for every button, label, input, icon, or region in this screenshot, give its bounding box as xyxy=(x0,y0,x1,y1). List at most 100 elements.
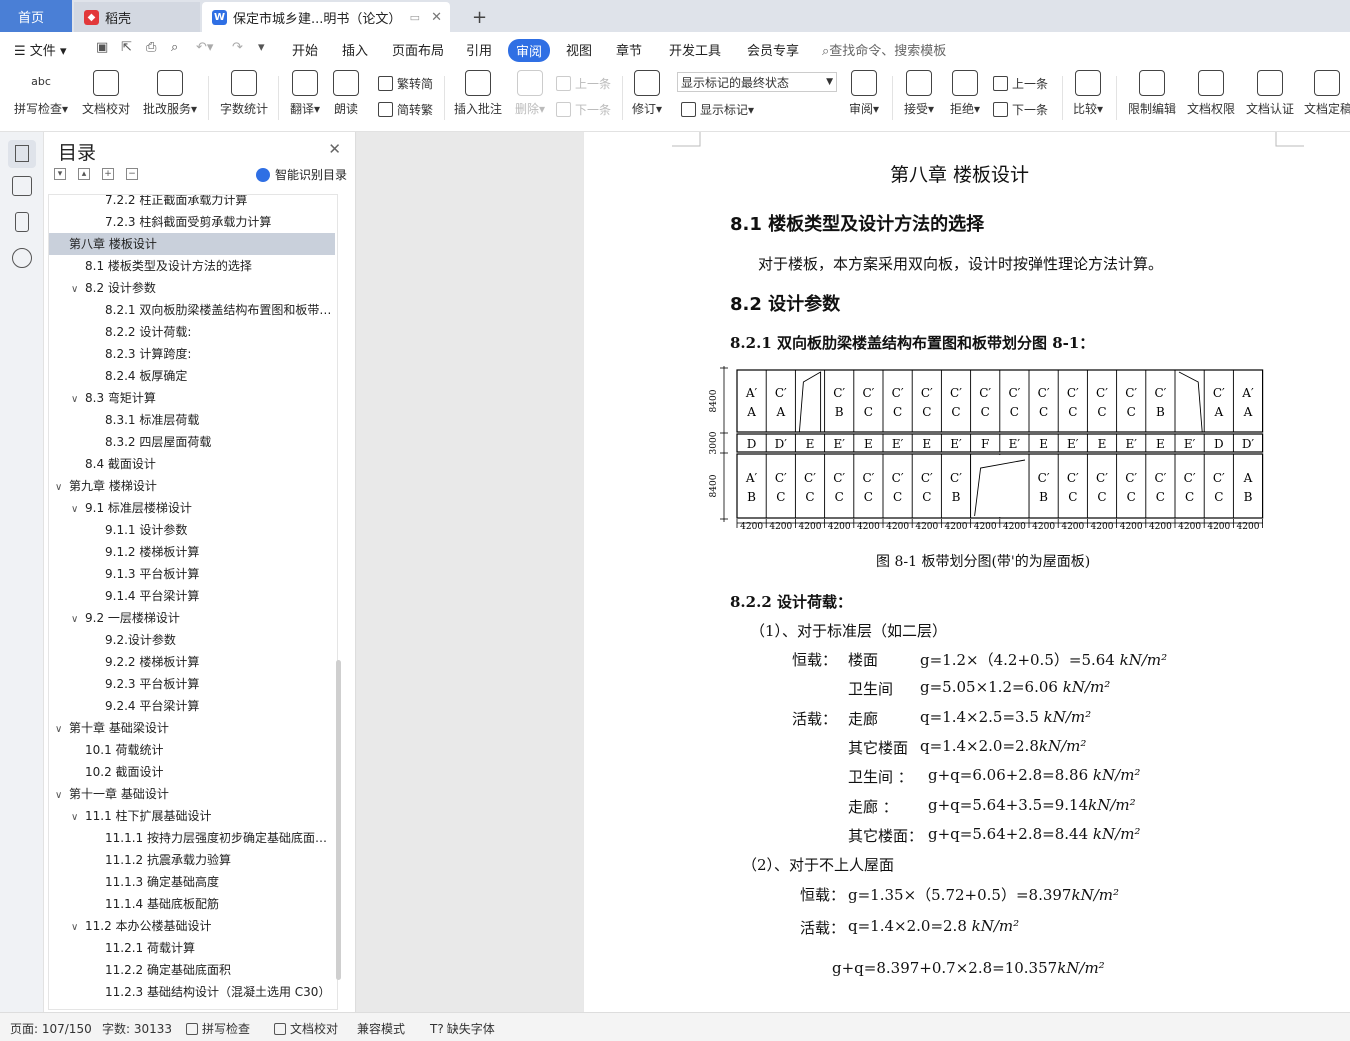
navigation-icon[interactable] xyxy=(12,176,32,196)
print-icon[interactable]: ⎙ xyxy=(146,40,156,55)
prev-change-button[interactable]: 上一条 xyxy=(993,75,1048,92)
accept-button[interactable]: 接受▾ xyxy=(900,70,938,117)
next-change-button[interactable]: 下一条 xyxy=(993,101,1048,118)
toc-item[interactable]: 8.3.1 标准层荷载 xyxy=(49,409,335,431)
expand-up-icon[interactable]: ▴ xyxy=(78,168,90,180)
batch-service-button[interactable]: 批改服务▾ xyxy=(140,70,200,117)
toc-item[interactable]: 9.2.设计参数 xyxy=(49,629,335,651)
toc-item[interactable]: 9.2.3 平台板计算 xyxy=(49,673,335,695)
toc-item[interactable]: 8.4 截面设计 xyxy=(49,453,335,475)
toc-item[interactable]: ∨ 8.3 弯矩计算 xyxy=(49,387,335,409)
compare-button[interactable]: 比较▾ xyxy=(1070,70,1106,117)
toc-item[interactable]: 7.2.3 柱斜截面受剪承载力计算 xyxy=(49,211,335,233)
collapse-all-icon[interactable]: ▾ xyxy=(54,168,66,180)
toc-item[interactable]: 8.2.4 板厚确定 xyxy=(49,365,335,387)
close-icon[interactable]: ✕ xyxy=(328,140,341,158)
toc-item[interactable]: 9.1.3 平台板计算 xyxy=(49,563,335,585)
show-markup-button[interactable]: 显示标记 ▾ xyxy=(681,101,754,118)
read-aloud-button[interactable]: 朗读 xyxy=(330,70,362,117)
toc-item[interactable]: ∨ 9.1 标准层楼梯设计 xyxy=(49,497,335,519)
toc-item[interactable]: ∨ 第九章 楼梯设计 xyxy=(49,475,335,497)
doc-permission-button[interactable]: 文档权限 xyxy=(1185,70,1237,117)
chevron-down-icon[interactable]: ∨ xyxy=(55,785,69,805)
markup-state-select[interactable]: 显示标记的最终状态 ▼ xyxy=(677,72,837,92)
proofread-button[interactable]: 文档校对 xyxy=(80,70,132,117)
word-count[interactable]: 字数: 30133 xyxy=(102,1020,172,1037)
status-proofread[interactable]: 文档校对 xyxy=(274,1020,338,1037)
new-tab-button[interactable]: + xyxy=(462,2,497,32)
chevron-down-icon[interactable]: ∨ xyxy=(71,609,85,629)
delete-comment-button[interactable]: 删除▾ xyxy=(510,70,550,117)
toc-item[interactable]: 8.3.2 四层屋面荷载 xyxy=(49,431,335,453)
tab-daoke[interactable]: ◆ 稻壳 xyxy=(74,2,200,32)
tab-close-icon[interactable]: ✕ xyxy=(431,10,442,25)
bookmark-icon[interactable] xyxy=(15,212,29,232)
toc-item[interactable]: 11.2.2 确定基础底面积 xyxy=(49,959,335,981)
remove-level-icon[interactable]: − xyxy=(126,168,138,180)
trad-to-simp-button[interactable]: 繁转简 xyxy=(378,75,433,92)
toc-item[interactable]: ∨ 11.1 柱下扩展基础设计 xyxy=(49,805,335,827)
track-changes-button[interactable]: 修订▾ xyxy=(630,70,664,117)
smart-toc-button[interactable]: 智能识别目录 xyxy=(256,166,347,183)
toc-item[interactable]: 8.2.1 双向板肋梁楼盖结构布置图和板带划分图8-1： xyxy=(49,299,335,321)
toc-item[interactable]: 9.1.4 平台梁计算 xyxy=(49,585,335,607)
export-icon[interactable]: ⇱ xyxy=(121,40,132,55)
translate-button[interactable]: 翻译▾ xyxy=(286,70,324,117)
doc-cert-button[interactable]: 文档认证 xyxy=(1244,70,1296,117)
redo-icon[interactable]: ↷ xyxy=(232,40,243,55)
tab-home[interactable]: 首页 xyxy=(0,0,72,32)
search-pane-icon[interactable] xyxy=(12,248,32,268)
menu-reference[interactable]: 引用 xyxy=(466,40,492,59)
chevron-down-icon[interactable]: ∨ xyxy=(55,477,69,497)
toc-item[interactable]: 第八章 楼板设计 xyxy=(49,233,335,255)
chevron-down-icon[interactable]: ∨ xyxy=(71,389,85,409)
word-count-button[interactable]: 字数统计 xyxy=(218,70,270,117)
toc-item[interactable]: 10.2 截面设计 xyxy=(49,761,335,783)
chevron-down-icon[interactable]: ∨ xyxy=(55,719,69,739)
toc-scrollbar[interactable] xyxy=(336,660,341,980)
toc-pane-icon[interactable] xyxy=(8,140,36,168)
missing-font[interactable]: T? 缺失字体 xyxy=(430,1020,495,1037)
toc-item[interactable]: 8.2.2 设计荷载: xyxy=(49,321,335,343)
chevron-down-icon[interactable]: ∨ xyxy=(71,499,85,519)
menu-view[interactable]: 视图 xyxy=(566,40,592,59)
toc-item[interactable]: 9.1.1 设计参数 xyxy=(49,519,335,541)
file-menu[interactable]: ☰ 文件 ▾ xyxy=(14,40,66,59)
toc-item[interactable]: 7.2.2 柱正截面承载力计算 xyxy=(49,195,335,211)
undo-icon[interactable]: ↶▾ xyxy=(196,40,213,55)
toc-item[interactable]: ∨ 第十一章 基础设计 xyxy=(49,783,335,805)
more-icon[interactable]: ▾ xyxy=(258,40,265,55)
menu-review[interactable]: 审阅 xyxy=(508,39,551,62)
chevron-down-icon[interactable]: ∨ xyxy=(71,807,85,827)
menu-member[interactable]: 会员专享 xyxy=(747,40,799,59)
finalize-button[interactable]: 文档定稿 xyxy=(1304,70,1350,117)
command-search[interactable]: ⌕查找命令、搜索模板 xyxy=(822,40,946,59)
toc-item[interactable]: 10.1 荷载统计 xyxy=(49,739,335,761)
toc-item[interactable]: 11.1.2 抗震承载力验算 xyxy=(49,849,335,871)
menu-chapter[interactable]: 章节 xyxy=(616,40,642,59)
chevron-down-icon[interactable]: ∨ xyxy=(71,279,85,299)
page-indicator[interactable]: 页面: 107/150 xyxy=(10,1020,92,1037)
reject-button[interactable]: 拒绝▾ xyxy=(946,70,984,117)
status-spell-check[interactable]: 拼写检查 xyxy=(186,1020,250,1037)
toc-item[interactable]: 8.1 楼板类型及设计方法的选择 xyxy=(49,255,335,277)
chevron-down-icon[interactable]: ∨ xyxy=(71,917,85,937)
compat-mode[interactable]: 兼容模式 xyxy=(357,1020,405,1037)
menu-layout[interactable]: 页面布局 xyxy=(392,40,444,59)
add-level-icon[interactable]: + xyxy=(102,168,114,180)
simp-to-trad-button[interactable]: 简转繁 xyxy=(378,101,433,118)
toc-item[interactable]: 9.1.2 楼梯板计算 xyxy=(49,541,335,563)
menu-insert[interactable]: 插入 xyxy=(342,40,368,59)
spell-check-button[interactable]: abc 拼写检查▾ xyxy=(10,70,72,117)
toc-item[interactable]: ∨ 8.2 设计参数 xyxy=(49,277,335,299)
insert-comment-button[interactable]: 插入批注 xyxy=(452,70,504,117)
toc-item[interactable]: 11.1.1 按持力层强度初步确定基础底面尺寸 xyxy=(49,827,335,849)
tab-document[interactable]: W 保定市城乡建...明书（论文） ▭ ✕ xyxy=(202,2,450,32)
prev-comment-button[interactable]: 上一条 xyxy=(556,75,611,92)
toc-item[interactable]: 11.1.3 确定基础高度 xyxy=(49,871,335,893)
review-pane-button[interactable]: 审阅▾ xyxy=(846,70,882,117)
restrict-edit-button[interactable]: 限制编辑 xyxy=(1126,70,1178,117)
toc-item[interactable]: 9.2.4 平台梁计算 xyxy=(49,695,335,717)
toc-item[interactable]: 9.2.2 楼梯板计算 xyxy=(49,651,335,673)
save-icon[interactable]: ▣ xyxy=(96,40,108,55)
